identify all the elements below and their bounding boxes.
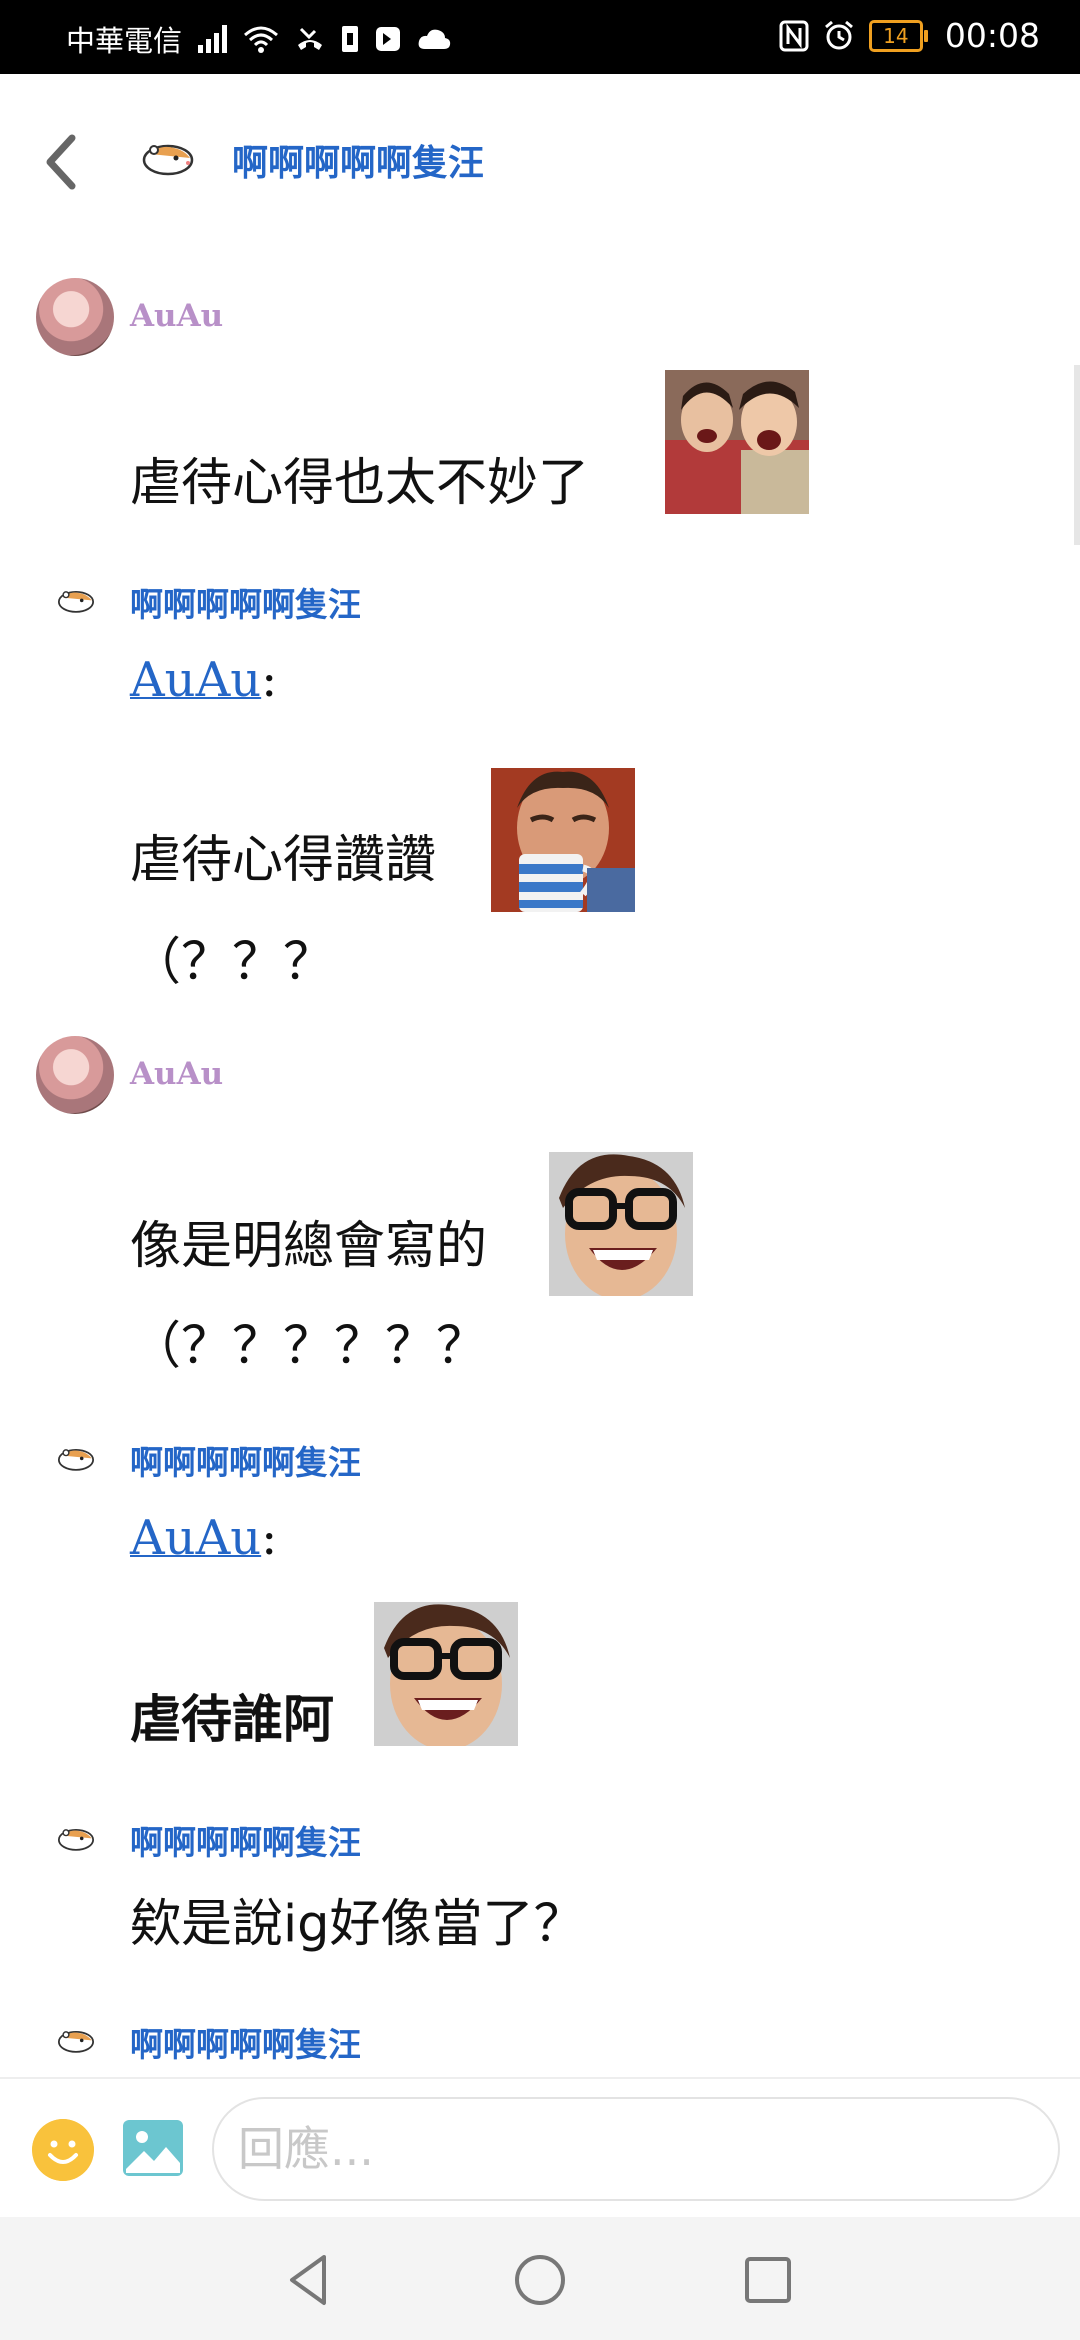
sender-name[interactable]: 啊啊啊啊啊隻汪 [130, 1436, 361, 1484]
message-text: 虐待心得讚讚 [130, 831, 437, 890]
image-icon[interactable] [122, 2119, 184, 2177]
avatar[interactable] [36, 278, 114, 356]
back-arrow-icon[interactable] [40, 132, 80, 192]
avatar[interactable] [36, 1036, 114, 1114]
notification-app-icon [376, 27, 401, 51]
hamster-icon [57, 1448, 95, 1471]
man-drinking-mug-sticker [491, 768, 635, 912]
message-text: （？？？？？？ [130, 1317, 488, 1376]
hamster-icon [142, 144, 194, 176]
sender-name[interactable]: 啊啊啊啊啊隻汪 [130, 1816, 361, 1864]
message-text: （？？？ [130, 933, 335, 992]
reply-input[interactable] [212, 2097, 1060, 2201]
app-header: 啊啊啊啊啊隻汪 [0, 74, 1080, 244]
chat-title[interactable]: 啊啊啊啊啊隻汪 [232, 134, 484, 186]
nfc-icon [779, 20, 809, 51]
nav-recents-icon[interactable] [733, 2245, 803, 2315]
sender-name[interactable]: 啊啊啊啊啊隻汪 [130, 2018, 361, 2066]
mention-colon: : [261, 1510, 278, 1566]
scrollbar[interactable] [1074, 365, 1080, 545]
emoji-icon[interactable] [32, 2119, 94, 2181]
mention-quote[interactable]: AuAu: [130, 1510, 277, 1566]
battery-icon: 14 [868, 19, 928, 52]
sim-icon [342, 26, 359, 52]
mention-colon: : [261, 652, 278, 708]
message-text: 像是明總會寫的 [130, 1217, 488, 1276]
hamster-icon [57, 2030, 95, 2053]
glasses-guy-sticker [549, 1152, 693, 1296]
laughing-men-sticker [665, 370, 809, 514]
status-bar: 中華電信 14 00:08 [0, 0, 1080, 74]
hamster-icon [57, 590, 95, 613]
hamster-icon [57, 1828, 95, 1851]
nav-back-icon[interactable] [274, 2245, 344, 2315]
clock: 00:08 [944, 16, 1040, 55]
mention-quote[interactable]: AuAu: [130, 652, 277, 708]
missed-call-icon [298, 27, 323, 50]
system-nav-bar [0, 2217, 1080, 2340]
cloud-icon [418, 29, 451, 49]
carrier-label: 中華電信 [66, 24, 183, 58]
sender-name[interactable]: 啊啊啊啊啊隻汪 [130, 578, 361, 626]
message-text: 虐待心得也太不妙了 [130, 454, 590, 513]
alarm-icon [824, 20, 853, 49]
sender-name[interactable]: AuAu [130, 1056, 223, 1092]
nav-home-icon[interactable] [505, 2245, 575, 2315]
mention-link[interactable]: AuAu [130, 652, 261, 708]
glasses-guy-sticker [374, 1602, 518, 1746]
composer-bar [0, 2077, 1080, 2219]
wifi-icon [244, 26, 279, 53]
message-text: 虐待誰阿 [130, 1691, 335, 1750]
signal-icon [198, 25, 228, 53]
mention-link[interactable]: AuAu [130, 1510, 261, 1566]
message-text: 欸是說ig好像當了？ [130, 1895, 585, 1954]
sender-name[interactable]: AuAu [130, 298, 223, 334]
